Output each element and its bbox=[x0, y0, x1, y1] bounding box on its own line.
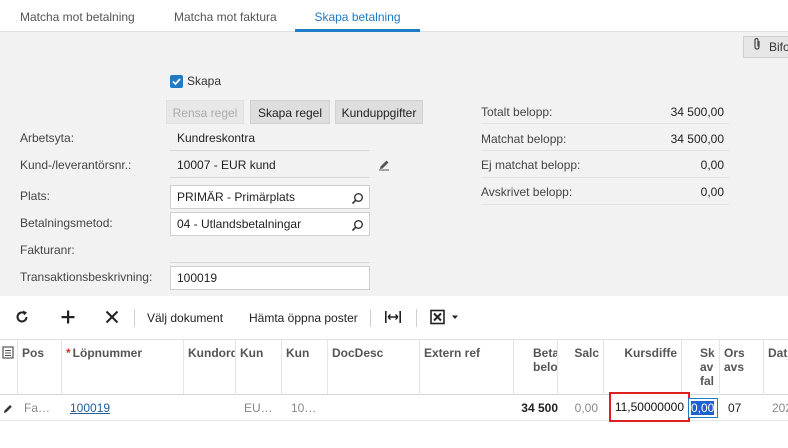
plats-label: Plats: bbox=[20, 189, 51, 203]
cell-kun2[interactable]: 10… bbox=[287, 395, 328, 421]
ej-matchat-divider bbox=[481, 177, 729, 178]
cell-docdesc[interactable] bbox=[328, 395, 420, 421]
totalt-belopp-label: Totalt belopp: bbox=[481, 105, 553, 119]
paperclip-icon bbox=[752, 37, 766, 57]
kunduppgifter-button[interactable]: Kunduppgifter bbox=[335, 100, 423, 124]
matchat-belopp-label: Matchat belopp: bbox=[481, 132, 567, 146]
betalningsmetod-value: 04 - Utlandsbetalningar bbox=[177, 217, 302, 231]
cell-dat[interactable]: 202 bbox=[768, 395, 788, 421]
betalningsmetod-field[interactable]: 04 - Utlandsbetalningar bbox=[170, 212, 370, 236]
cell-saldo[interactable]: 0,00 bbox=[562, 395, 602, 421]
skavfal-selected-cell[interactable]: 0,00 bbox=[688, 398, 718, 418]
search-icon[interactable] bbox=[351, 217, 364, 239]
ej-matchat-label: Ej matchat belopp: bbox=[481, 158, 581, 172]
search-icon[interactable] bbox=[351, 190, 364, 212]
skapa-label: Skapa bbox=[187, 74, 222, 88]
rensa-regel-button[interactable]: Rensa regel bbox=[166, 100, 244, 124]
column-header-betalbelopp[interactable]: Beta belo bbox=[514, 340, 558, 395]
cell-extern-ref[interactable] bbox=[420, 395, 514, 421]
attach-button[interactable]: Bifo bbox=[743, 36, 788, 58]
transaktion-field[interactable]: 100019 bbox=[170, 266, 370, 290]
attach-label: Bifo bbox=[769, 40, 788, 54]
skavfal-header-label: Sk av fal bbox=[700, 346, 715, 388]
lopnummer-header-label: Löpnummer bbox=[72, 346, 143, 360]
kund-underline bbox=[170, 177, 370, 178]
cell-betalbelopp[interactable]: 34 500 bbox=[514, 395, 562, 421]
ej-matchat-value: 0,00 bbox=[700, 158, 724, 172]
orsavs-header-label: Ors avs bbox=[724, 346, 745, 374]
cell-kundord[interactable] bbox=[184, 395, 236, 421]
kursdiff-edit-input[interactable]: 11,50000000 bbox=[609, 392, 690, 422]
tab-matcha-mot-betalning[interactable]: Matcha mot betalning bbox=[20, 0, 135, 32]
toolbar-divider bbox=[370, 309, 371, 327]
column-header-saldo[interactable]: Salc bbox=[558, 340, 604, 395]
hamta-oppna-poster-button[interactable]: Hämta öppna poster bbox=[249, 311, 358, 325]
totalt-belopp-value: 34 500,00 bbox=[670, 105, 724, 119]
skavfal-selected-value: 0,00 bbox=[691, 401, 715, 415]
skapa-checkbox[interactable] bbox=[170, 75, 183, 88]
lopnummer-link[interactable]: 100019 bbox=[70, 401, 110, 415]
column-header-extern-ref[interactable]: Extern ref bbox=[420, 340, 514, 395]
edit-row-icon[interactable] bbox=[2, 395, 18, 421]
transaktion-value: 100019 bbox=[177, 271, 218, 285]
grid-header: Pos * Löpnummer Kundord Kun Kun DocDesc E… bbox=[0, 340, 788, 395]
plats-field[interactable]: PRIMÄR - Primärplats bbox=[170, 185, 370, 209]
column-header-docdesc[interactable]: DocDesc bbox=[328, 340, 420, 395]
arbetsyta-underline bbox=[170, 150, 370, 151]
excel-export-icon[interactable] bbox=[430, 309, 460, 328]
required-marker: * bbox=[66, 346, 71, 360]
transaktion-label: Transaktionsbeskrivning: bbox=[20, 270, 153, 284]
column-header-orsavs[interactable]: Ors avs bbox=[720, 340, 764, 395]
cell-lopnummer[interactable]: 100019 bbox=[66, 395, 184, 421]
matchat-divider bbox=[481, 150, 729, 151]
kund-value[interactable]: 10007 - EUR kund bbox=[177, 158, 276, 172]
arbetsyta-value: Kundreskontra bbox=[177, 131, 256, 145]
avskrivet-divider bbox=[481, 204, 729, 205]
column-header-lopnummer[interactable]: * Löpnummer bbox=[62, 340, 184, 395]
cell-orsavs[interactable]: 07 bbox=[724, 395, 764, 421]
column-header-kun1[interactable]: Kun bbox=[236, 340, 282, 395]
pencil-icon[interactable] bbox=[378, 159, 390, 174]
skapa-regel-button[interactable]: Skapa regel bbox=[250, 100, 330, 124]
close-icon[interactable] bbox=[104, 309, 120, 328]
kund-label: Kund-/leverantörsnr.: bbox=[20, 158, 132, 172]
column-header-dat[interactable]: Dat bbox=[764, 340, 788, 395]
toolbar-divider bbox=[416, 309, 417, 327]
fakturanr-field[interactable] bbox=[170, 262, 370, 263]
column-header-kursdiff[interactable]: Kursdiffe bbox=[604, 340, 682, 395]
fit-columns-icon[interactable] bbox=[384, 309, 402, 328]
arbetsyta-label: Arbetsyta: bbox=[20, 131, 75, 145]
avskrivet-value: 0,00 bbox=[700, 185, 724, 199]
toolbar-divider bbox=[134, 309, 135, 327]
plus-icon[interactable] bbox=[60, 309, 76, 328]
cell-pos[interactable]: Fa… bbox=[20, 395, 62, 421]
valj-dokument-button[interactable]: Välj dokument bbox=[147, 311, 223, 325]
column-header-pos[interactable]: Pos bbox=[18, 340, 62, 395]
column-header-kundord[interactable]: Kundord bbox=[184, 340, 236, 395]
plats-value: PRIMÄR - Primärplats bbox=[177, 190, 296, 204]
grid-toolbar: Välj dokument Hämta öppna poster bbox=[0, 296, 788, 340]
tab-bar: Matcha mot betalning Matcha mot faktura … bbox=[0, 0, 788, 32]
totalt-divider bbox=[481, 123, 729, 124]
matchat-belopp-value: 34 500,00 bbox=[670, 132, 724, 146]
avskrivet-label: Avskrivet belopp: bbox=[481, 185, 573, 199]
fakturanr-label: Fakturanr: bbox=[20, 243, 75, 257]
column-header-kun2[interactable]: Kun bbox=[282, 340, 328, 395]
tab-skapa-betalning[interactable]: Skapa betalning bbox=[295, 0, 420, 32]
tab-matcha-mot-faktura[interactable]: Matcha mot faktura bbox=[174, 0, 277, 32]
betalbelopp-header-label: Beta belo bbox=[533, 346, 558, 374]
row-selector-header[interactable] bbox=[0, 340, 18, 395]
grid-settings-icon[interactable] bbox=[2, 346, 14, 362]
betalningsmetod-label: Betalningsmetod: bbox=[20, 216, 113, 230]
cell-kun1[interactable]: EU… bbox=[240, 395, 282, 421]
column-header-skavfal[interactable]: Sk av fal bbox=[682, 340, 720, 395]
refresh-icon[interactable] bbox=[14, 309, 30, 328]
